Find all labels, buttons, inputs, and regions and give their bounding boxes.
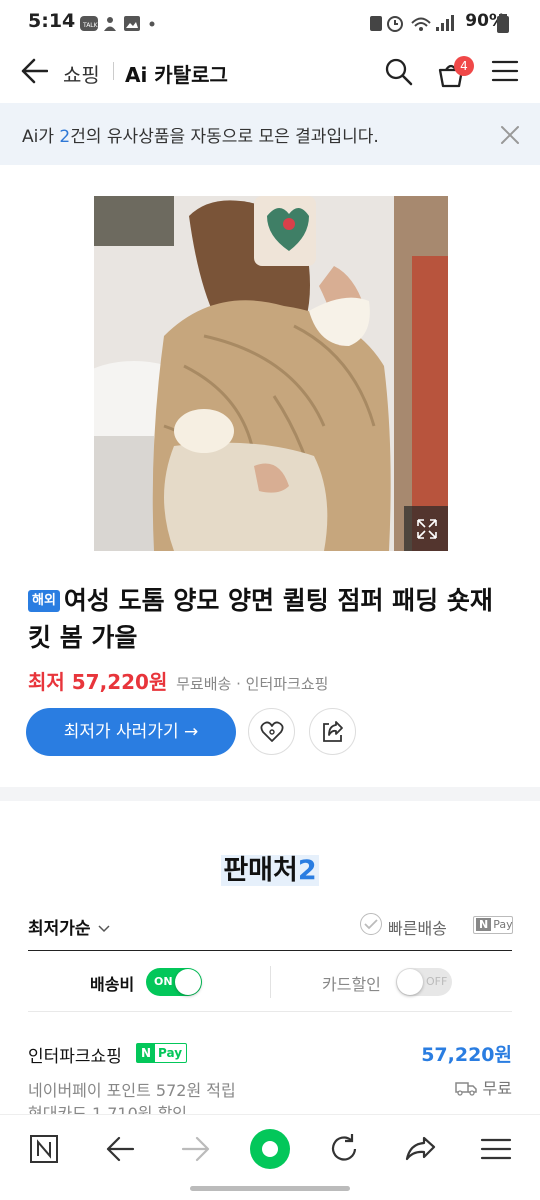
- npay-filter-badge[interactable]: N Pay: [473, 916, 513, 934]
- sellers-heading: 판매처2: [0, 848, 540, 887]
- sort-divider: [28, 950, 512, 951]
- back-icon: [106, 1136, 135, 1162]
- banner-message: 건의 유사상품을 자동으로 모은 결과입니다.: [70, 127, 379, 147]
- check-icon: [364, 919, 378, 930]
- wishlist-button[interactable]: [248, 708, 295, 755]
- shipping-fee-label: 배송비: [90, 975, 135, 994]
- breadcrumb-shopping[interactable]: 쇼핑: [63, 59, 100, 88]
- cart-button[interactable]: 4: [437, 56, 477, 90]
- app-header: 쇼핑 Ai 카탈로그 4: [0, 46, 540, 102]
- row-divider: [28, 1011, 512, 1012]
- ai-result-banner: Ai가 2건의 유사상품을 자동으로 모은 결과입니다.: [0, 103, 540, 165]
- naver-home-button[interactable]: [26, 1131, 66, 1167]
- close-icon[interactable]: [500, 125, 520, 145]
- sort-label: 최저가순: [28, 919, 91, 939]
- green-dot-button[interactable]: [250, 1129, 290, 1169]
- search-icon[interactable]: [385, 58, 413, 86]
- seller-price[interactable]: 57,220원: [421, 1040, 512, 1067]
- green-dot-icon: [262, 1141, 278, 1157]
- banner-ai: Ai: [22, 127, 39, 147]
- forward-icon: [181, 1136, 210, 1162]
- chevron-down-icon: [98, 925, 111, 933]
- seller-point: 네이버페이 포인트 572원 적립: [28, 1081, 236, 1100]
- sellers-title: 판매처: [223, 855, 298, 886]
- share-arrow-icon: [405, 1136, 436, 1161]
- product-title: 해외 여성 도톰 양모 양면 퀼팅 점퍼 패딩 숏재킷 봄 가을: [28, 582, 508, 656]
- share-button[interactable]: [309, 708, 356, 755]
- card-discount-toggle-state: OFF: [426, 975, 448, 988]
- notification-icons: TALK: [80, 16, 155, 31]
- status-time: 5:14: [28, 10, 76, 32]
- heart-tag-icon: [260, 721, 284, 742]
- npay-filter-label: Pay: [493, 918, 513, 931]
- svg-text:TALK: TALK: [82, 22, 99, 29]
- filter-separator: [270, 966, 271, 998]
- status-bar: 5:14 TALK 90%: [0, 0, 540, 46]
- menu-icon[interactable]: [491, 59, 519, 83]
- more-menu-button[interactable]: [478, 1131, 518, 1167]
- breadcrumb-divider: [113, 62, 114, 80]
- fast-shipping-label[interactable]: 빠른배송: [388, 915, 447, 939]
- banner-text: Ai가 2건의 유사상품을 자동으로 모은 결과입니다.: [22, 122, 379, 147]
- seller-shipping: 무료: [455, 1075, 512, 1099]
- nav-forward-button[interactable]: [178, 1131, 218, 1167]
- share-nav-button[interactable]: [402, 1131, 442, 1167]
- lowest-price: 최저 57,220원: [28, 670, 168, 694]
- fast-shipping-checkbox[interactable]: [360, 913, 382, 935]
- cart-count-badge: 4: [454, 56, 474, 76]
- battery-icon: [497, 14, 509, 33]
- system-icons: [370, 15, 454, 32]
- banner-count: 2: [59, 127, 71, 147]
- banner-ga: 가: [38, 127, 60, 147]
- buy-lowest-button[interactable]: 최저가 사러가기 →: [26, 708, 236, 756]
- nav-back-button[interactable]: [102, 1131, 142, 1167]
- price-row: 최저 57,220원 무료배송 · 인터파크쇼핑: [28, 666, 328, 695]
- shipping-fee-toggle[interactable]: ON: [146, 968, 202, 996]
- seller-shipping-label: 무료: [482, 1079, 512, 1098]
- refresh-icon: [331, 1134, 357, 1161]
- toggle-knob: [397, 969, 423, 995]
- truck-icon: [455, 1082, 478, 1096]
- sellers-count: 2: [297, 855, 317, 886]
- mall-name: 인터파크쇼핑: [245, 675, 329, 693]
- refresh-button[interactable]: [326, 1131, 366, 1167]
- card-discount-label: 카드할인: [322, 975, 381, 994]
- back-arrow-icon[interactable]: [20, 58, 48, 84]
- product-title-text: 여성 도톰 양모 양면 퀼팅 점퍼 패딩 숏재킷 봄 가을: [28, 586, 493, 652]
- naver-n-icon: [30, 1135, 58, 1163]
- seller-npay-label: Pay: [158, 1046, 183, 1060]
- sort-dropdown[interactable]: 최저가순: [28, 914, 111, 939]
- seller-npay-badge: N Pay: [136, 1043, 188, 1063]
- product-image[interactable]: [94, 196, 448, 551]
- seller-name[interactable]: 인터파크쇼핑: [28, 1042, 122, 1067]
- section-divider: [0, 787, 540, 801]
- price-separator: ·: [236, 675, 246, 693]
- card-discount-toggle[interactable]: OFF: [396, 968, 452, 996]
- shipping-info: 무료배송: [176, 675, 232, 693]
- breadcrumb-catalog: Ai 카탈로그: [125, 63, 228, 87]
- gesture-home-bar[interactable]: [190, 1186, 350, 1191]
- toggle-knob: [175, 969, 201, 995]
- overseas-badge: 해외: [28, 590, 60, 612]
- share-icon: [323, 721, 343, 742]
- hamburger-icon: [480, 1138, 512, 1160]
- shipping-fee-toggle-state: ON: [154, 975, 173, 988]
